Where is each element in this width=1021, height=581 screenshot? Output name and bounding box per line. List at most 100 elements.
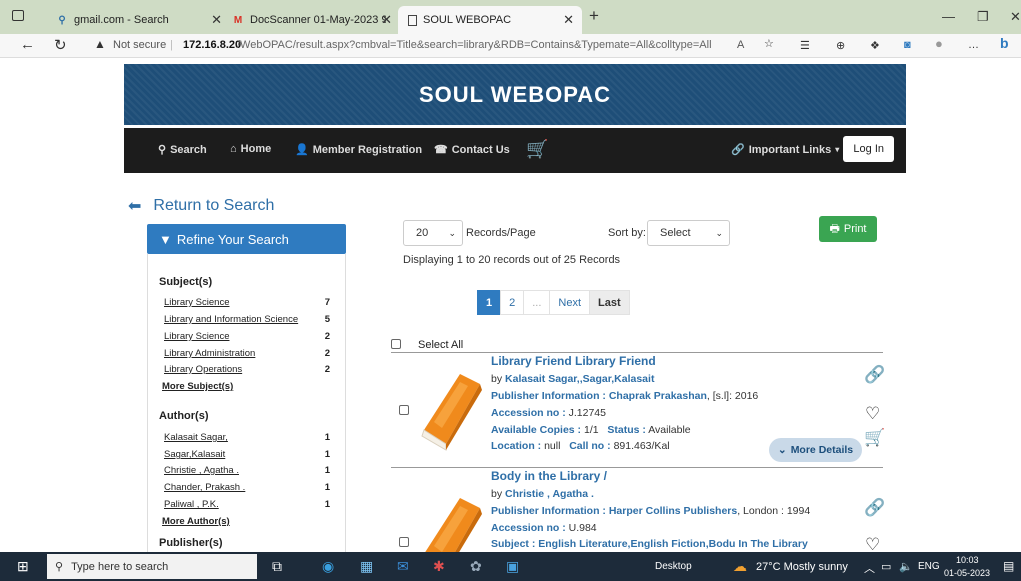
tab-actions-icon[interactable] — [12, 10, 24, 21]
url-host[interactable]: 172.16.8.20 — [183, 39, 241, 51]
heart-icon[interactable]: ♡ — [865, 404, 880, 424]
permalink-icon[interactable]: 🔗 — [864, 365, 885, 385]
close-window-icon[interactable]: ✕ — [1010, 9, 1021, 25]
facet-subject[interactable]: Library Science 2 — [164, 331, 330, 342]
more-authors-link[interactable]: More Author(s) — [162, 516, 230, 527]
close-tab-icon[interactable]: ✕ — [381, 12, 392, 28]
more-subjects-link[interactable]: More Subject(s) — [162, 381, 233, 392]
last-page-button[interactable]: Last — [589, 290, 630, 315]
facet-label[interactable]: Library Science — [164, 297, 229, 308]
refresh-icon[interactable]: ↻ — [54, 36, 67, 54]
windows-start-icon[interactable]: ⊞ — [17, 558, 29, 575]
records-per-page-select[interactable]: 20 ⌄ — [403, 220, 463, 246]
network-icon[interactable]: ▭ — [881, 560, 891, 573]
taskbar-search-input[interactable]: ⚲ Type here to search — [47, 554, 257, 579]
cart-icon[interactable]: 🛒 — [864, 428, 885, 448]
cart-icon[interactable]: 🛒 — [526, 139, 548, 160]
page-1-button[interactable]: 1 — [477, 290, 502, 315]
heart-icon[interactable]: ♡ — [865, 535, 880, 552]
task-view-icon[interactable]: ⧉ — [272, 558, 282, 575]
book-icon[interactable] — [414, 368, 490, 458]
login-button[interactable]: Log In — [843, 136, 894, 162]
nav-home[interactable]: ⌂ Home — [230, 143, 271, 155]
facet-subject[interactable]: Library and Information Science 5 — [164, 314, 330, 325]
author-link[interactable]: Christie , Agatha . — [505, 488, 594, 500]
clock-date[interactable]: 01-05-2023 — [944, 568, 990, 578]
nav-contact-us[interactable]: ☎ Contact Us — [434, 143, 510, 157]
weather-label[interactable]: 27°C Mostly sunny — [756, 561, 848, 573]
bing-icon[interactable]: b — [1000, 35, 1009, 51]
facet-author[interactable]: Christie , Agatha . 1 — [164, 465, 330, 476]
mail-icon[interactable]: ✉ — [397, 558, 409, 575]
facet-author[interactable]: Sagar,Kalasait 1 — [164, 449, 330, 460]
facet-label[interactable]: Sagar,Kalasait — [164, 449, 225, 460]
record-title[interactable]: Library Friend Library Friend — [491, 354, 656, 368]
record-checkbox[interactable] — [399, 405, 409, 415]
tab-docscanner[interactable]: M DocScanner 01-May-2023 9-40 ✕ — [222, 6, 400, 34]
app-icon[interactable]: ✿ — [470, 558, 482, 575]
back-icon[interactable]: ← — [20, 36, 35, 53]
store-icon[interactable]: ▦ — [360, 558, 373, 575]
close-tab-icon[interactable]: ✕ — [563, 12, 574, 28]
facet-label[interactable]: Library Administration — [164, 348, 255, 359]
copilot-icon[interactable]: ◙ — [904, 39, 911, 51]
new-tab-icon[interactable]: + — [589, 6, 599, 26]
nav-member-registration[interactable]: 👤 Member Registration — [295, 143, 422, 157]
minimize-icon[interactable]: — — [942, 9, 955, 24]
facet-author[interactable]: Paliwal , P.K. 1 — [164, 499, 330, 510]
security-label[interactable]: Not secure — [113, 39, 166, 51]
facet-label[interactable]: Library Operations — [164, 364, 242, 375]
next-page-button[interactable]: Next — [549, 290, 591, 315]
more-details-button[interactable]: ⌄ More Details — [769, 438, 862, 462]
nav-important-links[interactable]: 🔗 Important Links ▾ — [731, 143, 839, 157]
extensions-icon[interactable]: ❖ — [870, 39, 880, 52]
desktop-label[interactable]: Desktop — [655, 561, 692, 572]
volume-icon[interactable]: 🔈 — [899, 560, 913, 573]
facet-subject[interactable]: Library Administration 2 — [164, 348, 330, 359]
publisher-link[interactable]: Chaprak Prakashan — [609, 390, 707, 402]
facet-subject[interactable]: Library Operations 2 — [164, 364, 330, 375]
facet-author[interactable]: Chander, Prakash . 1 — [164, 482, 330, 493]
sort-by-label: Sort by: — [608, 227, 646, 239]
nav-search[interactable]: ⚲ Search — [158, 143, 207, 157]
tab-soul-webopac[interactable]: SOUL WEBOPAC ✕ — [398, 6, 582, 34]
facet-author[interactable]: Kalasait Sagar, 1 — [164, 432, 330, 443]
facet-label[interactable]: Kalasait Sagar, — [164, 432, 228, 443]
return-to-search-link[interactable]: ⬅ Return to Search — [128, 196, 274, 216]
image-app-icon[interactable]: ▣ — [506, 558, 519, 575]
tray-chevron-icon[interactable]: ︿ — [864, 560, 875, 576]
facet-label[interactable]: Christie , Agatha . — [164, 465, 239, 476]
language-label[interactable]: ENG — [918, 561, 940, 572]
restore-icon[interactable]: ❐ — [977, 9, 989, 25]
tab-gmail-search[interactable]: ⚲ gmail.com - Search ✕ — [46, 6, 230, 34]
record-title[interactable]: Body in the Library / — [491, 469, 607, 483]
facet-label[interactable]: Library Science — [164, 331, 229, 342]
read-aloud-icon[interactable]: A — [737, 39, 744, 51]
close-tab-icon[interactable]: ✕ — [211, 12, 222, 28]
permalink-icon[interactable]: 🔗 — [864, 498, 885, 518]
favorite-icon[interactable]: ☆ — [764, 37, 774, 50]
notifications-icon[interactable]: ▤ — [1003, 559, 1014, 573]
photos-icon[interactable]: ✱ — [433, 558, 445, 575]
publisher-link[interactable]: Harper Collins Publishers — [609, 505, 737, 517]
print-button[interactable]: 🖶 Print — [819, 216, 877, 242]
profile-icon[interactable]: ● — [935, 36, 943, 51]
facet-subject[interactable]: Library Science 7 — [164, 297, 330, 308]
select-all-checkbox[interactable] — [391, 339, 401, 349]
facet-label[interactable]: Paliwal , P.K. — [164, 499, 219, 510]
more-options-icon[interactable]: … — [968, 39, 979, 51]
refine-search-header[interactable]: ▼ Refine Your Search — [147, 224, 346, 254]
clock-time[interactable]: 10:03 — [956, 555, 979, 565]
facet-label[interactable]: Library and Information Science — [164, 314, 298, 325]
book-icon[interactable] — [414, 492, 490, 552]
record-checkbox[interactable] — [399, 537, 409, 547]
sort-select[interactable]: Select ⌄ — [647, 220, 730, 246]
edge-icon[interactable]: ◉ — [322, 558, 334, 575]
subject-links[interactable]: English Literature,English Fiction,Bodu … — [538, 538, 808, 550]
facet-label[interactable]: Chander, Prakash . — [164, 482, 245, 493]
page-2-button[interactable]: 2 — [500, 290, 525, 315]
author-link[interactable]: Kalasait Sagar,,Sagar,Kalasait — [505, 373, 654, 385]
favorites-bar-icon[interactable]: ☰ — [800, 39, 810, 52]
collections-icon[interactable]: ⊕ — [836, 39, 845, 52]
url-path[interactable]: /WebOPAC/result.aspx?cmbval=Title&search… — [237, 39, 712, 51]
